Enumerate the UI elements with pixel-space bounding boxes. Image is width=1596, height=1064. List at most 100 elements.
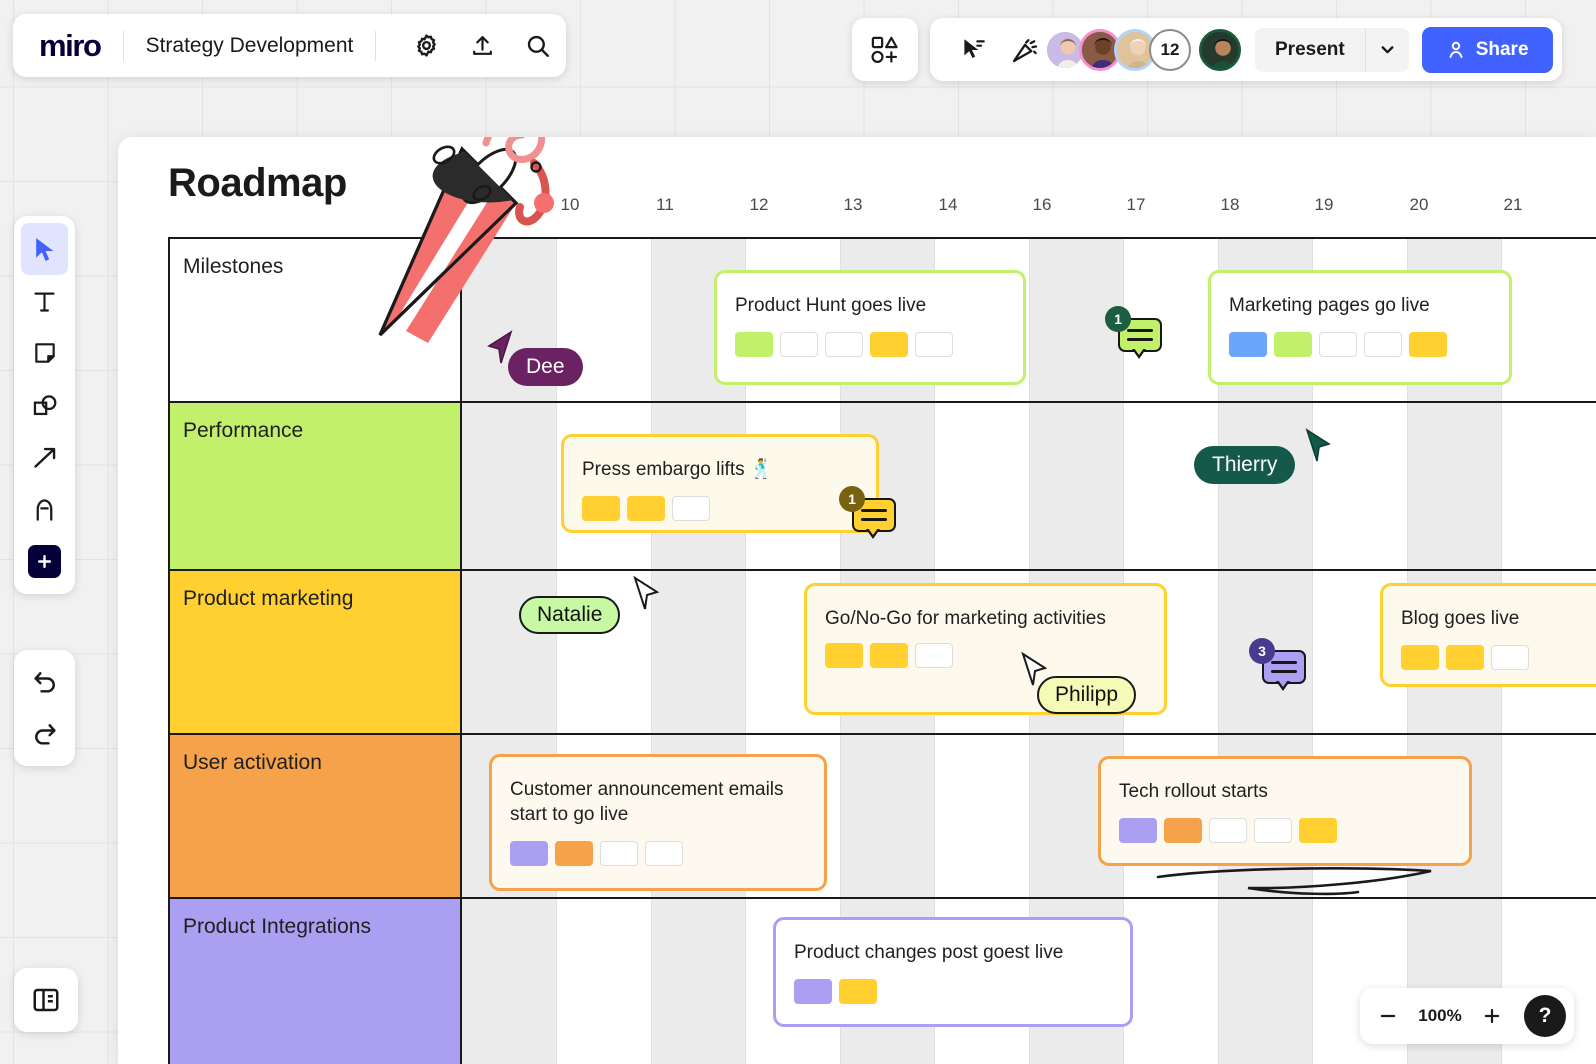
chip[interactable] — [870, 332, 908, 358]
redo-button[interactable] — [21, 708, 68, 760]
history-rail — [14, 650, 75, 766]
lane-performance[interactable]: Performance — [168, 401, 1596, 569]
chip[interactable] — [555, 841, 593, 867]
chip[interactable] — [1409, 332, 1447, 358]
text-icon — [34, 292, 55, 312]
card-product-hunt[interactable]: Product Hunt goes live — [714, 270, 1026, 385]
gear-icon[interactable] — [398, 14, 454, 77]
comment-count-badge: 1 — [1105, 306, 1131, 332]
cursor-label-thierry: Thierry — [1194, 446, 1296, 484]
pen-tool[interactable] — [21, 483, 68, 535]
card-product-changes[interactable]: Product changes post goest live — [773, 917, 1133, 1027]
timeline-tick: 17 — [1126, 195, 1146, 214]
card-marketing-pages[interactable]: Marketing pages go live — [1208, 270, 1512, 385]
timeline-tick: 19 — [1314, 195, 1334, 214]
board-name[interactable]: Strategy Development — [146, 34, 354, 58]
avatar-self[interactable] — [1199, 28, 1241, 71]
chip[interactable] — [1364, 332, 1402, 358]
chip[interactable] — [1319, 332, 1357, 358]
chip[interactable] — [794, 979, 832, 1005]
shapes-tool[interactable] — [21, 379, 68, 431]
roadmap-frame[interactable]: Roadmap 10 11 12 13 14 16 17 18 19 20 21… — [118, 137, 1596, 1064]
card-chips — [825, 643, 1146, 669]
arrow-icon — [34, 447, 56, 468]
lane-header-cell: Product marketing — [168, 571, 462, 733]
card-customer-announcement[interactable]: Customer announcement emails start to go… — [489, 754, 827, 891]
zoom-level-label[interactable]: 100% — [1412, 1006, 1468, 1026]
miro-logo[interactable]: miro — [39, 28, 102, 64]
undo-button[interactable] — [21, 656, 68, 708]
card-chips — [510, 841, 806, 867]
cursor-pointer-thierry — [1305, 428, 1331, 462]
comment-count-badge: 1 — [839, 486, 865, 512]
chip[interactable] — [1254, 818, 1292, 844]
more-apps-tool[interactable] — [21, 535, 68, 587]
toggle-panel-button[interactable] — [14, 968, 78, 1032]
arrow-tool[interactable] — [21, 431, 68, 483]
chip[interactable] — [1299, 818, 1337, 844]
comment-count-badge: 3 — [1249, 638, 1275, 664]
cursor-tool[interactable] — [21, 223, 68, 275]
card-blog-goes-live[interactable]: Blog goes live — [1380, 583, 1596, 687]
cursor-label-philipp: Philipp — [1037, 676, 1137, 714]
share-button[interactable]: Share — [1421, 26, 1553, 73]
shapes-icon — [33, 394, 57, 415]
add-shapes-button[interactable] — [852, 18, 918, 81]
card-chips — [794, 979, 1112, 1005]
zoom-in-button[interactable] — [1472, 996, 1512, 1036]
chip[interactable] — [825, 332, 863, 358]
chip[interactable] — [1119, 818, 1157, 844]
zoom-out-button[interactable] — [1368, 996, 1408, 1036]
comment-blog[interactable]: 3 — [1249, 638, 1306, 691]
collaborator-overflow-count[interactable]: 12 — [1149, 28, 1191, 71]
cursor-label-natalie: Natalie — [519, 596, 621, 634]
help-button[interactable]: ? — [1524, 995, 1566, 1037]
party-popper-sticker[interactable] — [358, 137, 558, 377]
page-title: Roadmap — [168, 161, 347, 205]
divider — [375, 30, 377, 61]
chip[interactable] — [1401, 645, 1439, 671]
chip[interactable] — [839, 979, 877, 1005]
chip[interactable] — [1164, 818, 1202, 844]
chip[interactable] — [915, 643, 953, 669]
card-chips — [582, 496, 858, 522]
chip[interactable] — [1229, 332, 1267, 358]
chip[interactable] — [1209, 818, 1247, 844]
cursor-pointer-natalie — [633, 576, 659, 610]
comment-marketing-pages[interactable]: 1 — [1105, 306, 1162, 359]
lane-header-cell: User activation — [168, 735, 462, 897]
pen-icon — [36, 498, 53, 521]
upload-icon[interactable] — [454, 14, 510, 77]
chip[interactable] — [1491, 645, 1529, 671]
chip[interactable] — [645, 841, 683, 867]
chip[interactable] — [735, 332, 773, 358]
select-frame-icon[interactable] — [947, 18, 999, 81]
chip[interactable] — [510, 841, 548, 867]
text-tool[interactable] — [21, 275, 68, 327]
chip[interactable] — [627, 496, 665, 522]
chip[interactable] — [600, 841, 638, 867]
chip[interactable] — [780, 332, 818, 358]
chip[interactable] — [1274, 332, 1312, 358]
comment-press-embargo[interactable]: 1 — [839, 486, 896, 539]
lane-label: Performance — [183, 419, 304, 442]
lane-label: Product Integrations — [183, 915, 371, 938]
chip[interactable] — [825, 643, 863, 669]
card-press-embargo[interactable]: Press embargo lifts 🕺 — [561, 434, 879, 533]
card-tech-rollout[interactable]: Tech rollout starts — [1098, 756, 1472, 866]
sticky-note-tool[interactable] — [21, 327, 68, 379]
card-title: Customer announcement emails start to go… — [510, 779, 784, 826]
card-title: Product Hunt goes live — [735, 295, 927, 316]
chip[interactable] — [915, 332, 953, 358]
present-button[interactable]: Present — [1255, 27, 1365, 72]
panel-icon — [33, 988, 59, 1012]
chip[interactable] — [870, 643, 908, 669]
search-icon[interactable] — [510, 14, 566, 77]
top-toolbar-left: miro Strategy Development — [13, 14, 567, 77]
chip[interactable] — [672, 496, 710, 522]
chevron-down-icon[interactable] — [1364, 27, 1409, 72]
timeline-tick: 11 — [656, 195, 674, 214]
chip[interactable] — [582, 496, 620, 522]
timeline-tick: 21 — [1503, 195, 1523, 214]
chip[interactable] — [1446, 645, 1484, 671]
